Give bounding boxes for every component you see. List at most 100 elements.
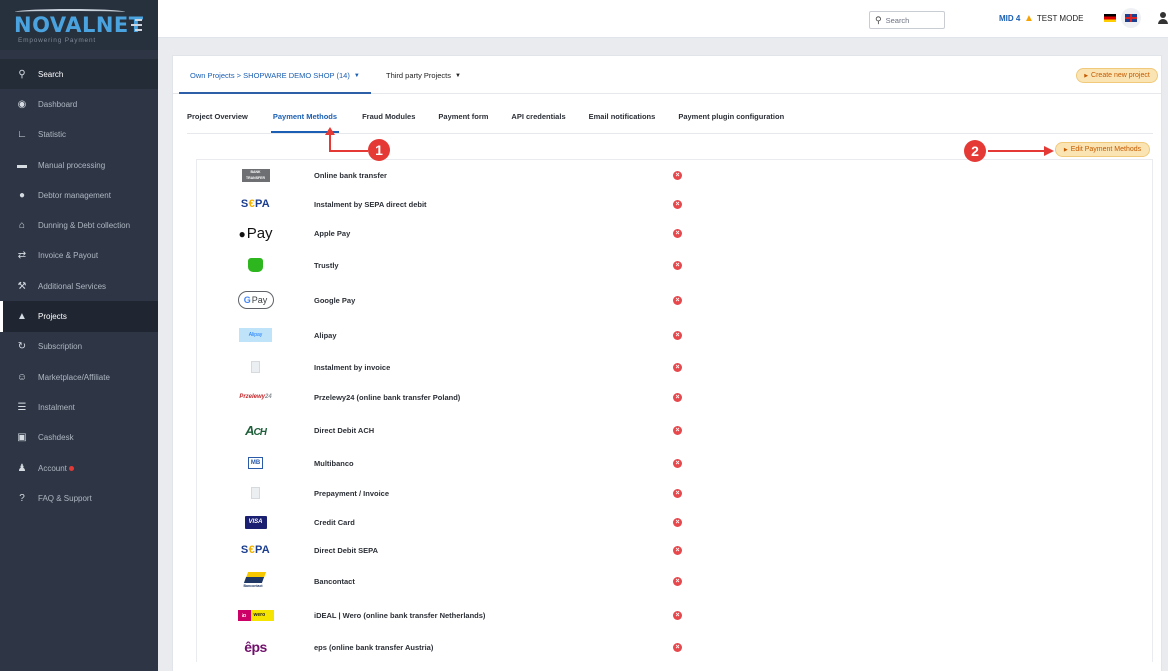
visa-logo: VISA <box>244 515 267 529</box>
table-row: MB Multibanco × <box>197 448 1152 478</box>
sidebar-item-additional-services[interactable]: ⚒ Additional Services <box>0 271 158 301</box>
status-inactive-icon: × <box>673 425 682 435</box>
sidebar-item-label: Instalment <box>38 402 75 412</box>
sidebar-item-instalment[interactable]: ☰ Instalment <box>0 392 158 422</box>
bancontact-logo: Bancontact <box>243 572 268 590</box>
third-party-projects-dropdown[interactable]: Third party Projects ▼ <box>386 71 461 80</box>
create-new-project-button[interactable]: ▶ Create new project <box>1076 68 1158 83</box>
sidebar-item-manual-processing[interactable]: ▬ Manual processing <box>0 150 158 180</box>
sidebar-item-label: Dunning & Debt collection <box>38 221 131 231</box>
status-inactive-icon: × <box>673 362 682 372</box>
sidebar-item-invoice-payout[interactable]: ⇄ Invoice & Payout <box>0 241 158 271</box>
project-selector-row: Own Projects > SHOPWARE DEMO SHOP (14) ▼… <box>173 56 1161 94</box>
tab-fraud-modules[interactable]: Fraud Modules <box>362 109 415 133</box>
table-row: G Pay Google Pay × <box>197 282 1152 318</box>
status-inactive-icon: × <box>673 610 682 620</box>
german-flag-icon[interactable] <box>1104 14 1116 22</box>
question-icon: ? <box>19 492 25 504</box>
bank-icon: ⌂ <box>18 220 26 232</box>
language-selector-uk[interactable] <box>1121 8 1141 28</box>
payment-method-name: Credit Card <box>314 517 355 527</box>
merchant-id-label[interactable]: MID 4 <box>999 14 1020 23</box>
table-row: Bancontact Bancontact × <box>197 564 1152 598</box>
card-icon: ▬ <box>17 159 27 171</box>
eps-logo: êps <box>244 639 267 655</box>
table-row: BANK TRANSFER Online bank transfer × <box>197 160 1152 190</box>
payment-method-name: Direct Debit SEPA <box>314 545 379 555</box>
payment-method-name: Instalment by invoice <box>314 362 391 372</box>
create-new-project-label: Create new project <box>1091 72 1150 79</box>
payment-method-name: Bancontact <box>314 576 355 586</box>
sidebar-item-debtor-management[interactable]: ● Debtor management <box>0 180 158 210</box>
sitemap-icon: ▲ <box>17 311 27 323</box>
active-dropdown-underline <box>179 92 371 94</box>
sidebar-item-projects[interactable]: ▲ Projects <box>0 301 158 332</box>
sidebar-item-faq-support[interactable]: ? FAQ & Support <box>0 483 158 513</box>
tab-email-notifications[interactable]: Email notifications <box>589 109 656 133</box>
chevron-right-icon: ▶ <box>1084 72 1089 79</box>
tab-payment-plugin-configuration[interactable]: Payment plugin configuration <box>678 109 784 133</box>
table-row: ●Pay Apple Pay × <box>197 218 1152 248</box>
search-input[interactable]: ⚲ Search <box>869 11 945 29</box>
status-inactive-icon: × <box>673 295 682 305</box>
user-icon: ♟ <box>17 462 27 474</box>
brand-name: NOVALNET <box>14 13 144 37</box>
status-inactive-icon: × <box>673 517 682 527</box>
payment-methods-table: BANK TRANSFER Online bank transfer × S€P… <box>196 159 1153 662</box>
status-inactive-icon: × <box>673 392 682 402</box>
wrench-icon: ⚒ <box>17 280 27 292</box>
tab-payment-form[interactable]: Payment form <box>438 109 488 133</box>
bank-transfer-logo: BANK TRANSFER <box>241 168 270 182</box>
payment-method-name: Online bank transfer <box>314 170 387 180</box>
table-row: ACH Direct Debit ACH × <box>197 412 1152 448</box>
status-inactive-icon: × <box>673 488 682 498</box>
sidebar-item-label: Additional Services <box>38 281 107 291</box>
tab-project-overview[interactable]: Project Overview <box>187 109 248 133</box>
status-inactive-icon: × <box>673 260 682 270</box>
annotation-badge-1: 1 <box>368 139 390 161</box>
menu-toggle-icon[interactable] <box>131 19 142 31</box>
refresh-icon: ↻ <box>17 341 27 353</box>
brand-tagline: Empowering Payment <box>18 37 96 44</box>
payment-method-name: Trustly <box>314 260 339 270</box>
sidebar-item-account[interactable]: ♟ Account <box>0 453 158 483</box>
status-inactive-icon: × <box>673 330 682 340</box>
logo-swoosh <box>15 9 125 15</box>
coins-icon: ☰ <box>17 401 27 413</box>
caret-down-icon: ▼ <box>455 72 461 79</box>
chevron-right-icon: ▶ <box>1063 146 1068 153</box>
payment-method-name: Multibanco <box>314 458 354 468</box>
sidebar-item-label: Invoice & Payout <box>38 251 99 261</box>
status-inactive-icon: × <box>673 199 682 209</box>
chart-icon: ∟ <box>17 129 27 141</box>
sidebar-item-dashboard[interactable]: ◉ Dashboard <box>0 89 158 119</box>
warning-icon: ▲ <box>1024 13 1034 24</box>
novalnet-logo[interactable]: NOVALNET Empowering Payment <box>0 0 158 50</box>
sepa-logo: S€PA <box>240 544 271 556</box>
status-inactive-icon: × <box>673 545 682 555</box>
sidebar-search[interactable]: ⚲ Search <box>0 59 158 90</box>
status-inactive-icon: × <box>673 170 682 180</box>
test-mode-label: TEST MODE <box>1036 14 1084 23</box>
test-mode-indicator[interactable]: ▲ TEST MODE <box>1024 13 1083 24</box>
table-row: Alipay Alipay × <box>197 318 1152 352</box>
sidebar-item-label: Marketplace/Affiliate <box>38 372 110 382</box>
tab-api-credentials[interactable]: API credentials <box>511 109 565 133</box>
own-projects-label: Own Projects > SHOPWARE DEMO SHOP (14) <box>190 71 350 80</box>
user-menu-icon[interactable] <box>1158 12 1168 26</box>
sidebar-item-subscription[interactable]: ↻ Subscription <box>0 332 158 362</box>
payment-method-name: Instalment by SEPA direct debit <box>314 199 427 209</box>
annotation-badge-2: 2 <box>964 140 986 162</box>
uk-flag-icon <box>1125 14 1137 22</box>
table-row: S€PA Instalment by SEPA direct debit × <box>197 190 1152 218</box>
edit-payment-methods-button[interactable]: ▶ Edit Payment Methods <box>1055 142 1150 157</box>
google-pay-logo: G Pay <box>237 291 274 309</box>
search-placeholder: Search <box>885 15 910 25</box>
sidebar-item-cashdesk[interactable]: ▣ Cashdesk <box>0 423 158 453</box>
own-projects-dropdown[interactable]: Own Projects > SHOPWARE DEMO SHOP (14) ▼ <box>190 71 360 80</box>
sidebar-item-marketplace[interactable]: ☺ Marketplace/Affiliate <box>0 362 158 392</box>
sidebar-item-dunning[interactable]: ⌂ Dunning & Debt collection <box>0 210 158 240</box>
payment-method-name: Apple Pay <box>314 228 351 238</box>
third-party-label: Third party Projects <box>386 71 452 80</box>
sidebar-item-statistic[interactable]: ∟ Statistic <box>0 120 158 150</box>
